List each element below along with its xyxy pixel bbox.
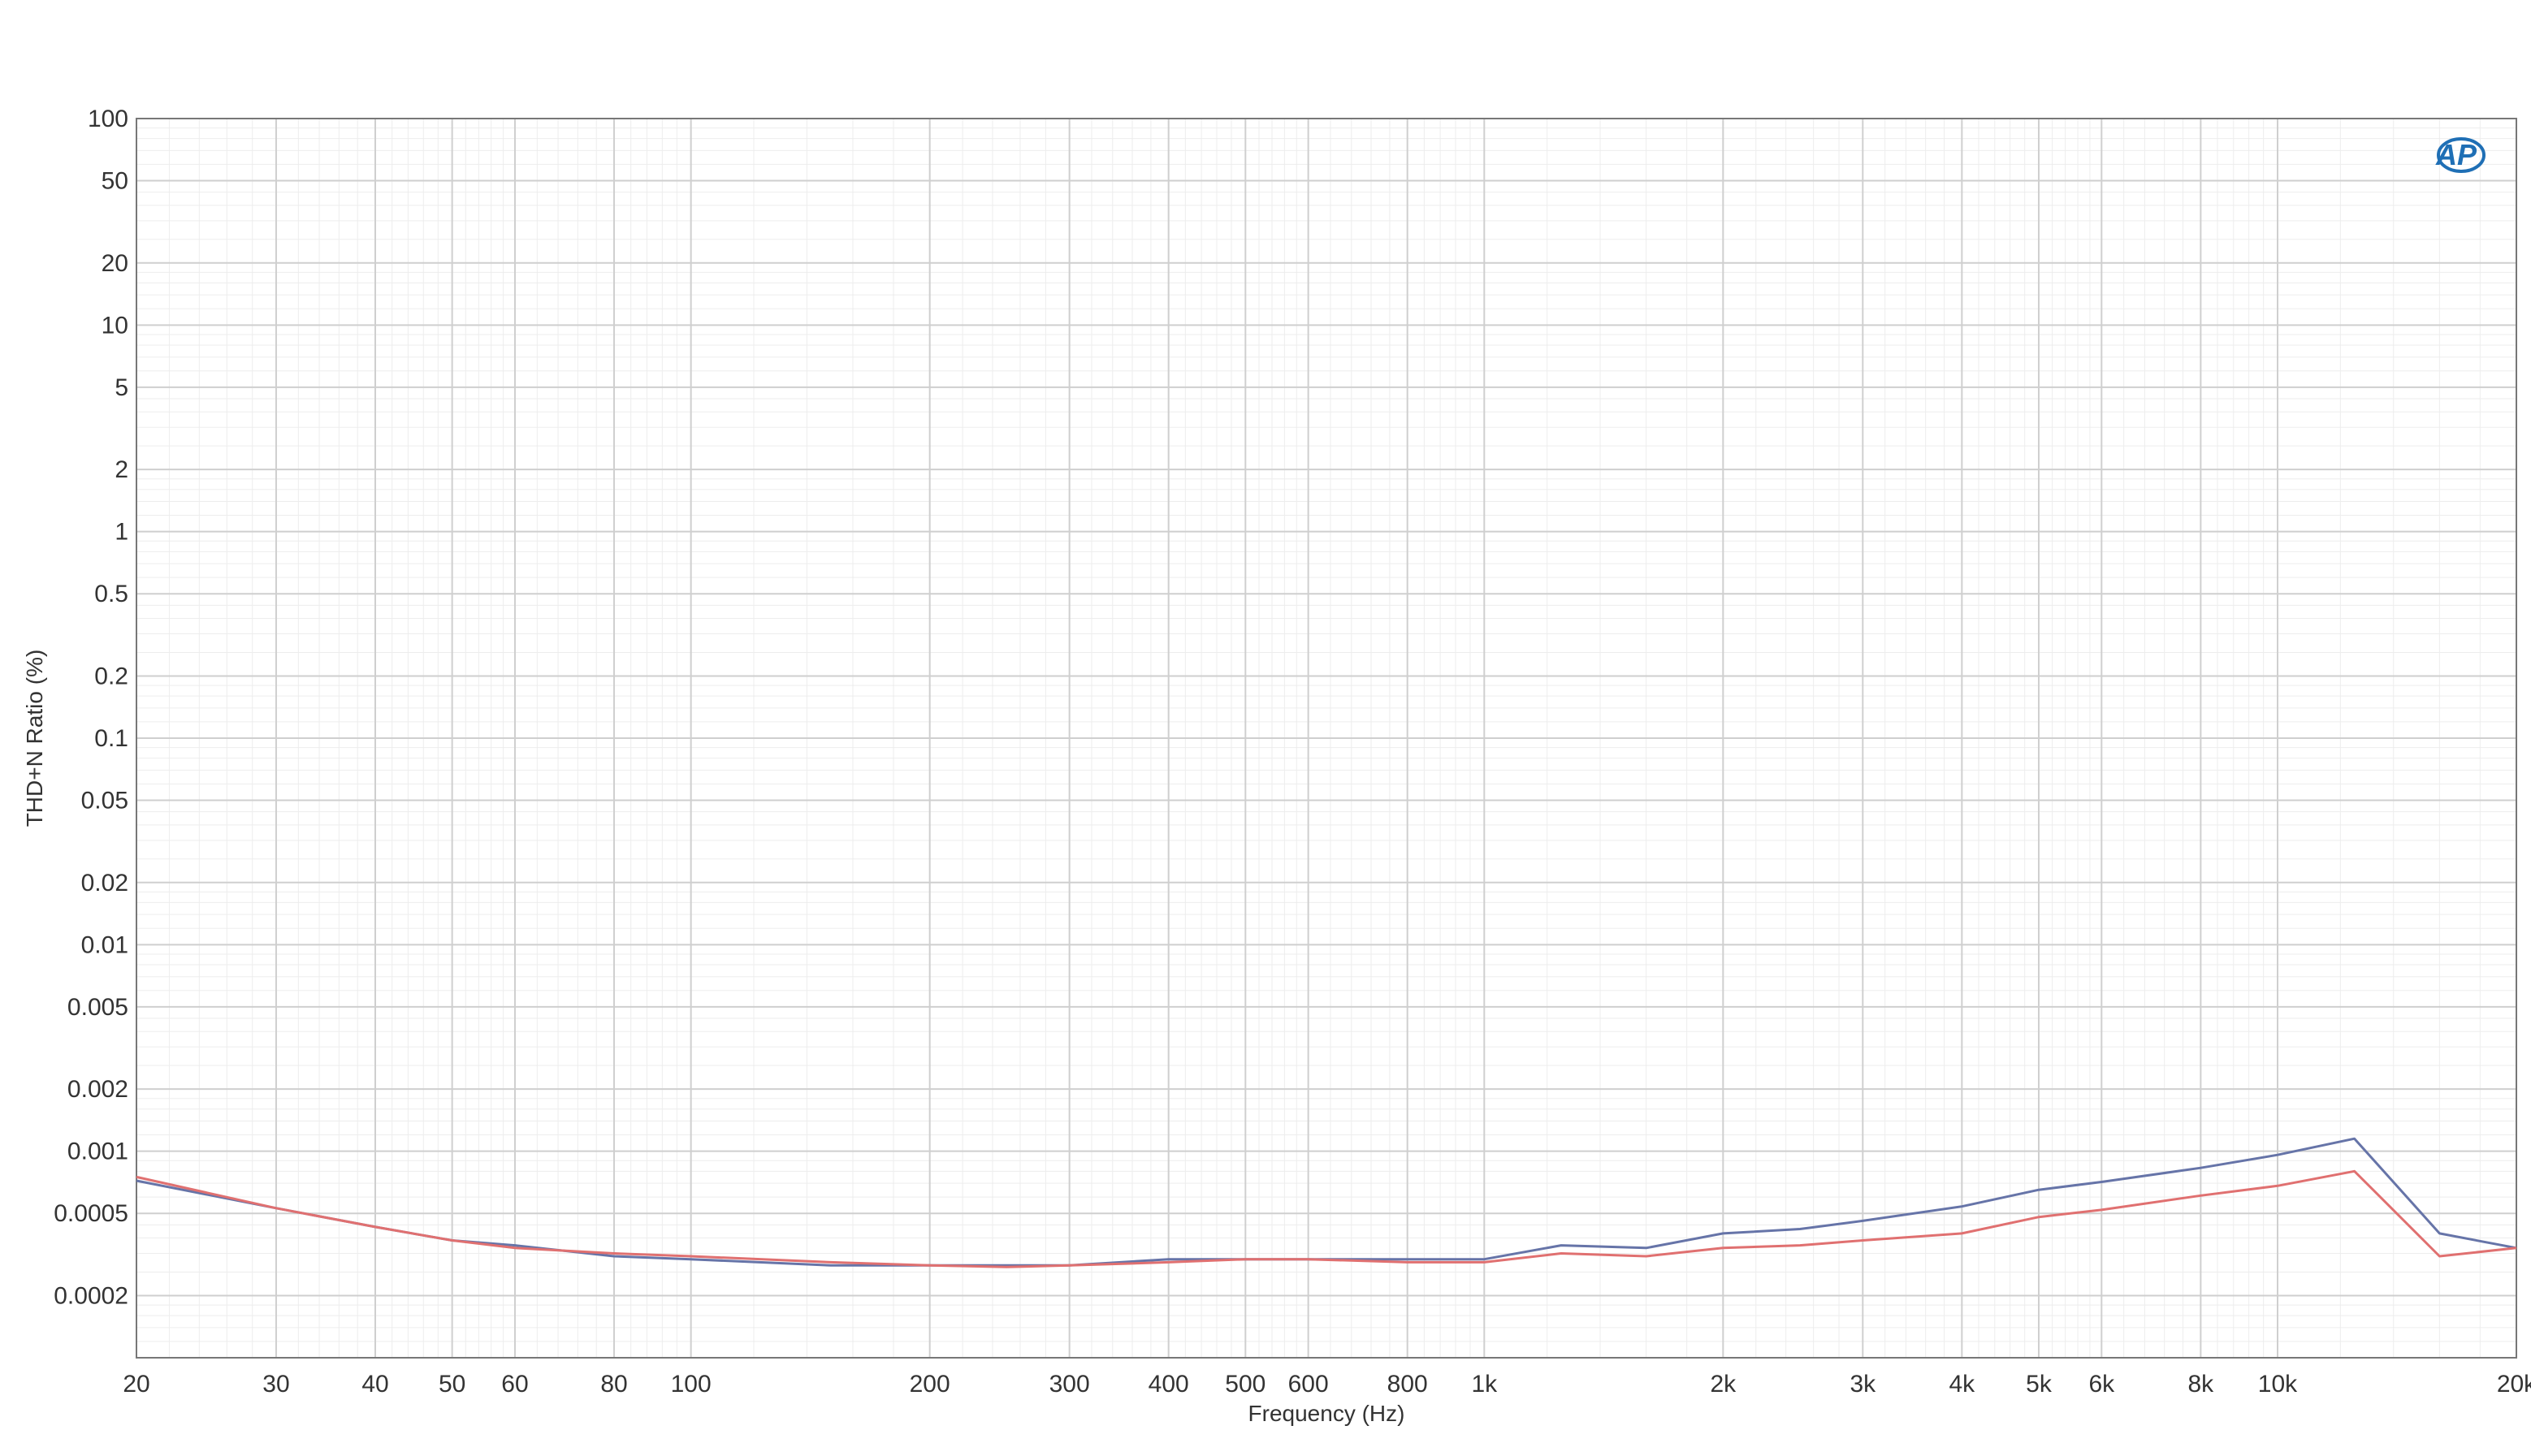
x-tick-label: 20 [123,1371,149,1398]
y-axis-title: THD+N Ratio (%) [22,650,47,827]
y-tick-label: 0.002 [67,1076,128,1103]
x-tick-label: 40 [361,1371,388,1398]
x-tick-label: 100 [671,1371,712,1398]
x-axis-title: Frequency (Hz) [1248,1401,1405,1426]
y-tick-label: 100 [88,106,128,132]
x-tick-label: 200 [910,1371,950,1398]
x-tick-label: 2k [1710,1371,1737,1398]
x-tick-label: 800 [1387,1371,1428,1398]
x-tick-label: 60 [501,1371,528,1398]
x-tick-label: 30 [262,1371,289,1398]
y-tick-label: 2 [115,456,128,483]
y-tick-label: 0.5 [94,581,128,607]
y-tick-label: 0.005 [67,994,128,1021]
y-tick-label: 0.0005 [54,1200,128,1227]
y-tick-label: 0.0002 [54,1282,128,1309]
x-tick-label: 6k [2088,1371,2115,1398]
y-tick-label: 0.01 [81,931,128,958]
x-tick-label: 4k [1949,1371,1975,1398]
ap-logo-text: AP [2435,138,2477,171]
ap-logo: AP [2435,137,2486,173]
x-tick-label: 500 [1225,1371,1266,1398]
y-tick-label: 50 [102,168,128,195]
x-tick-label: 3k [1850,1371,1876,1398]
y-tick-label: 0.001 [67,1138,128,1165]
x-tick-label: 5k [2026,1371,2053,1398]
x-tick-label: 600 [1288,1371,1329,1398]
y-tick-label: 10 [102,312,128,339]
y-tick-label: 1 [115,519,128,546]
y-tick-label: 0.02 [81,870,128,896]
x-tick-label: 20k [2497,1371,2531,1398]
x-tick-label: 1k [1471,1371,1498,1398]
y-tick-label: 0.05 [81,788,128,814]
y-tick-label: 0.1 [94,725,128,752]
y-tick-label: 0.2 [94,663,128,689]
x-tick-label: 400 [1149,1371,1189,1398]
x-tick-label: 8k [2188,1371,2215,1398]
x-tick-label: 10k [2258,1371,2298,1398]
thd-n-ratio-chart: 20 30 40 50 60 80 100 200 300 400 500 600 800 1k 2k 3k 4… [0,0,2531,1456]
x-tick-label: 50 [439,1371,465,1398]
x-tick-label: 300 [1049,1371,1090,1398]
y-tick-label: 20 [102,250,128,277]
y-tick-label: 5 [115,374,128,401]
x-tick-label: 80 [600,1371,627,1398]
